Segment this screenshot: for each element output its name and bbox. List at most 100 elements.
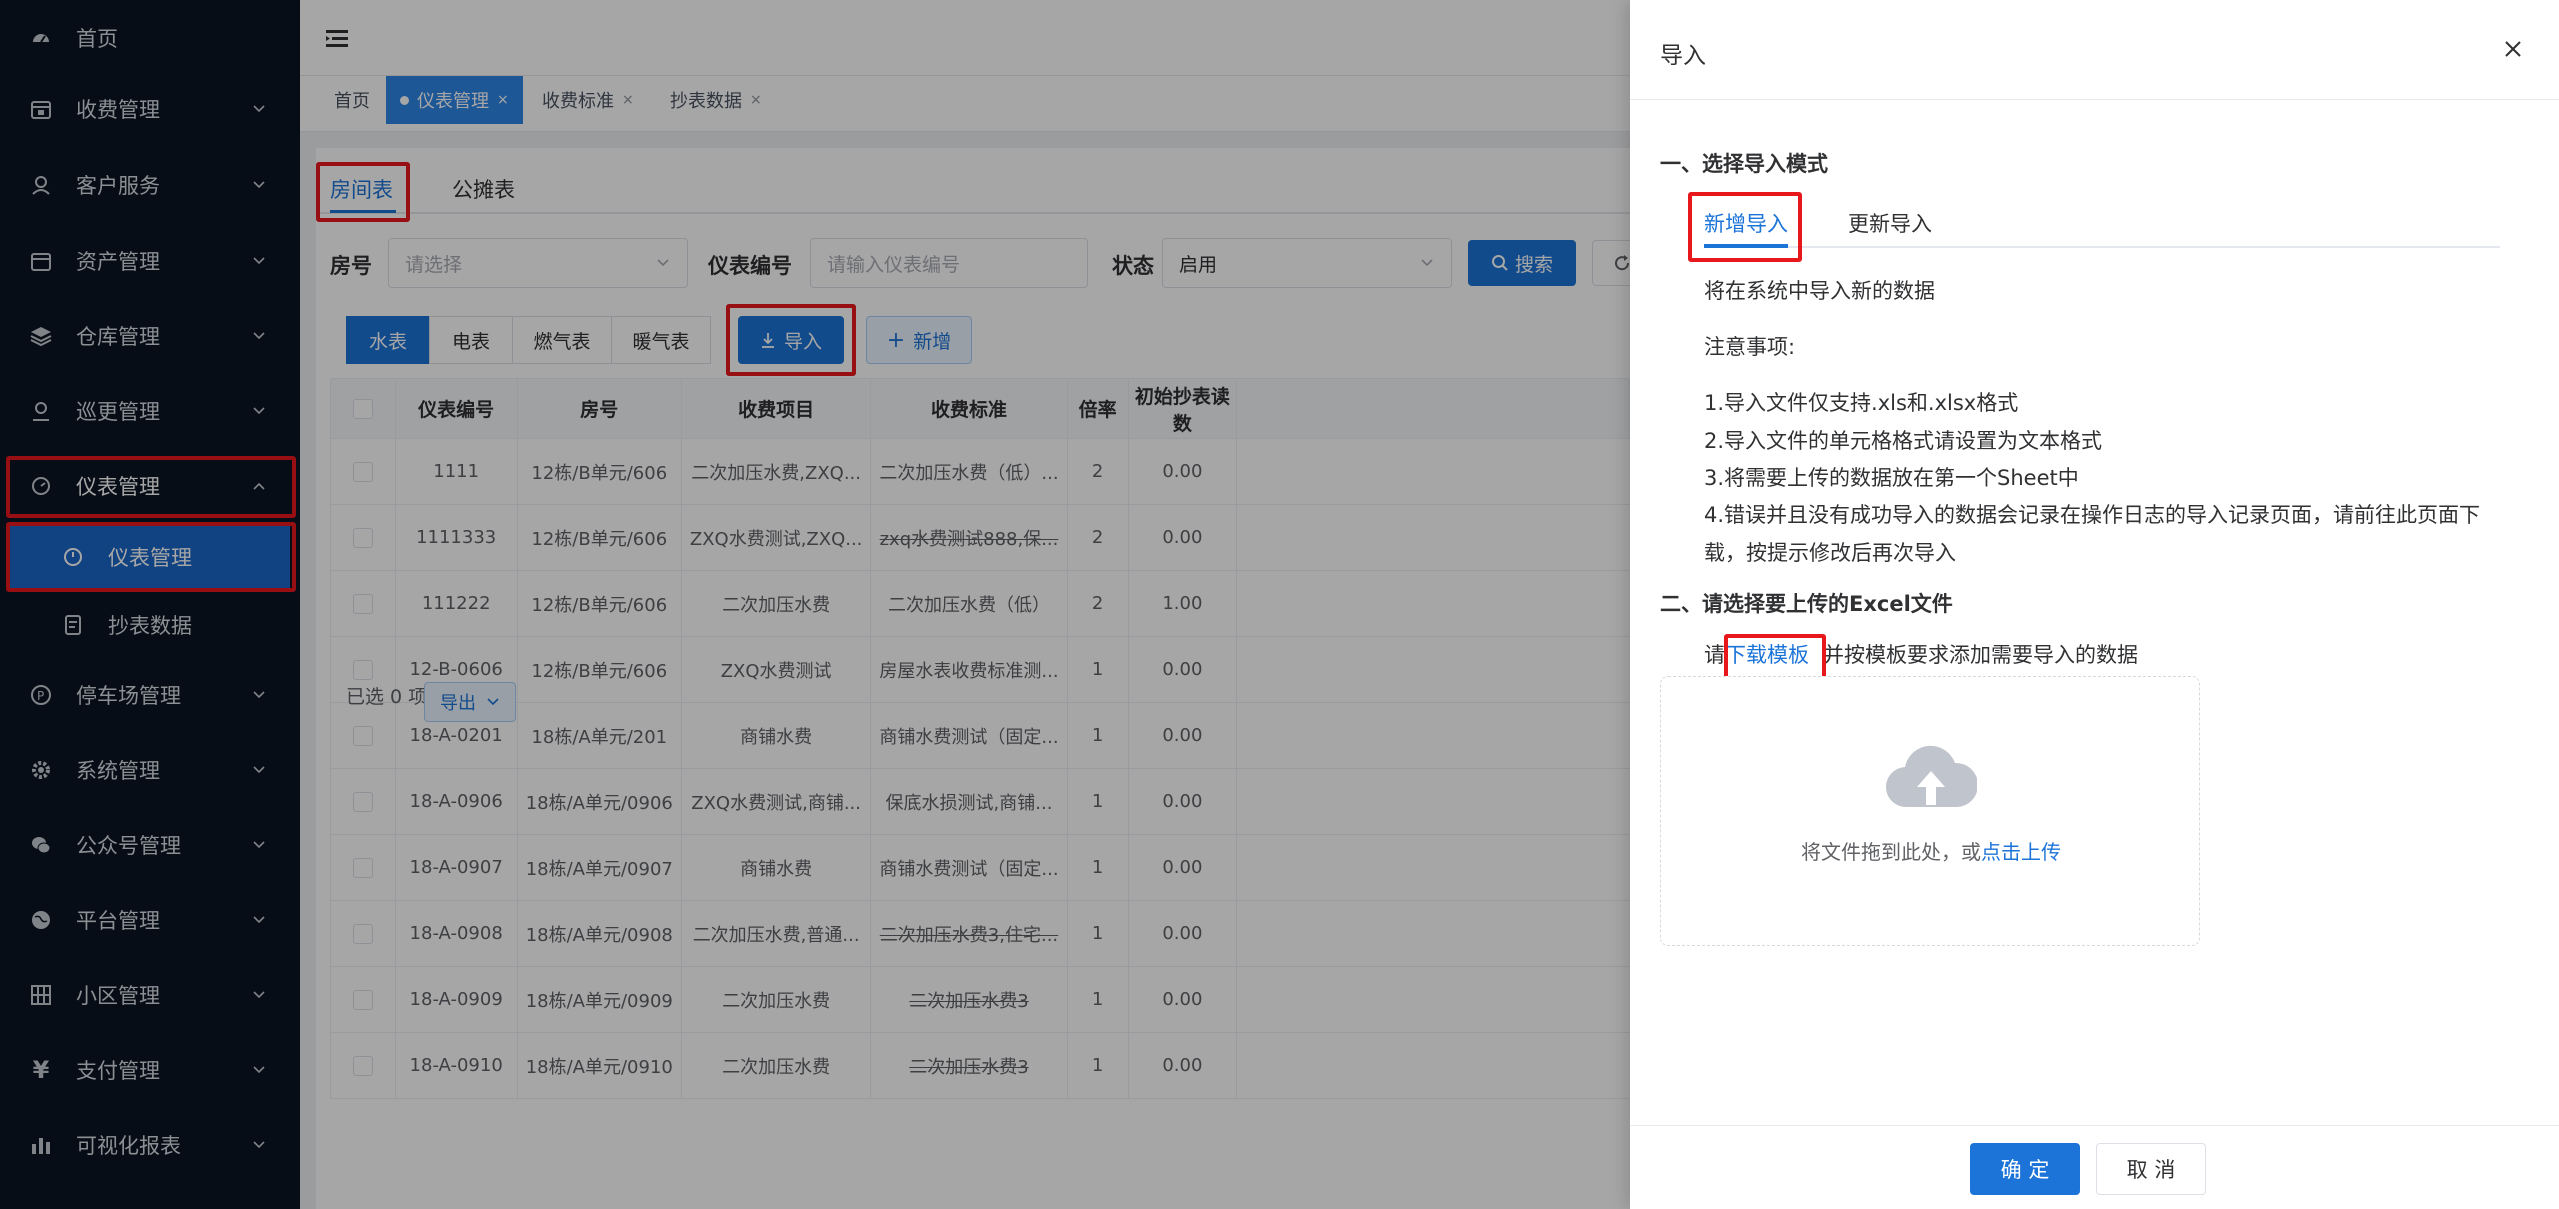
sidebar-item-community[interactable]: 小区管理 (0, 962, 300, 1028)
sidebar-item-home[interactable]: 首页 (0, 5, 300, 71)
download-template-link[interactable]: 下载模板 (1725, 643, 1809, 667)
add-button[interactable]: + 新增 (866, 316, 972, 364)
tag-meter-readings[interactable]: 抄表数据 × (656, 76, 776, 124)
table-row[interactable]: 18-A-0909 18栋/A单元/0909 二次加压水费 二次加压水费3 1 0.00 (330, 966, 1630, 1033)
hamburger-icon[interactable] (326, 28, 350, 50)
row-checkbox[interactable] (330, 504, 396, 571)
sidebar-subitem-meter-management[interactable]: 仪表管理 (10, 526, 290, 588)
table-cell: 1 (1066, 834, 1129, 901)
table-row[interactable]: 18-A-0907 18栋/A单元/0907 商铺水费 商铺水费测试（固定... 1 0.… (330, 834, 1630, 901)
row-checkbox[interactable] (330, 438, 396, 505)
sidebar-item-patrol[interactable]: 巡更管理 (0, 378, 300, 444)
meter-number-input[interactable]: 请输入仪表编号 (810, 238, 1088, 288)
selected-count: 已选 0 项 (346, 686, 428, 708)
chevron-down-icon (487, 698, 499, 706)
tag-charge-standard[interactable]: 收费标准 × (528, 76, 648, 124)
close-icon[interactable]: × (750, 92, 762, 108)
close-icon[interactable]: × (497, 92, 509, 108)
meter-type-gas[interactable]: 燃气表 (512, 316, 612, 364)
table-cell: 18-A-0906 (394, 768, 518, 835)
click-upload-link[interactable]: 点击上传 (1981, 840, 2061, 864)
note-2: 2.导入文件的单元格格式请设置为文本格式 (1704, 429, 2103, 453)
section-upload-file: 二、请选择要上传的Excel文件 (1660, 592, 1953, 616)
tab-shared-meters[interactable]: 公摊表 (452, 174, 515, 204)
cancel-button[interactable]: 取 消 (2096, 1143, 2206, 1195)
row-checkbox[interactable] (330, 702, 396, 769)
table-cell: 0.00 (1127, 768, 1237, 835)
table-cell: 1 (1066, 636, 1129, 703)
table-cell: 二次加压水费 (680, 570, 871, 637)
table-row[interactable]: 12-B-0606 12栋/B单元/606 ZXQ水费测试 房屋水表收费标准测... 1… (330, 636, 1630, 703)
tab-new-import[interactable]: 新增导入 (1704, 208, 1788, 238)
close-icon[interactable] (2498, 34, 2528, 64)
meter-type-heating[interactable]: 暖气表 (611, 316, 711, 364)
table-cell: 1111 (394, 438, 518, 505)
main-area: 首页 仪表管理 × 收费标准 × 抄表数据 × 房间表 公摊表 房号 请选择 仪表编号… (300, 0, 1630, 1209)
sidebar-item-assets[interactable]: 资产管理 (0, 228, 300, 294)
tag-home[interactable]: 首页 (320, 76, 384, 124)
sidebar-item-wechat[interactable]: 公众号管理 (0, 812, 300, 878)
table-cell: 18-A-0910 (394, 1032, 518, 1099)
row-checkbox[interactable] (330, 900, 396, 967)
calendar-icon (28, 248, 54, 274)
row-checkbox[interactable] (330, 1032, 396, 1099)
section-import-mode: 一、选择导入模式 (1660, 152, 1828, 176)
chevron-down-icon (253, 766, 265, 774)
table-row[interactable]: 18-A-0201 18栋/A单元/201 商铺水费 商铺水费测试（固定... 1 0.0… (330, 702, 1630, 769)
table-row[interactable]: 18-A-0908 18栋/A单元/0908 二次加压水费,普通... 二次加压水费3… (330, 900, 1630, 967)
table-cell: 0.00 (1127, 702, 1237, 769)
table-row[interactable]: 18-A-0910 18栋/A单元/0910 二次加压水费 二次加压水费3 1 0.00 (330, 1032, 1630, 1099)
sidebar-item-platform[interactable]: 平台管理 (0, 887, 300, 953)
export-button[interactable]: 导出 (424, 682, 516, 722)
table-cell-blank (1236, 966, 1630, 1033)
search-button[interactable]: 搜索 (1468, 240, 1576, 286)
table-cell: ZXQ水费测试,ZXQ... (680, 504, 871, 571)
table-row[interactable]: 1111 12栋/B单元/606 二次加压水费,ZXQ... 二次加压水费（低）...… (330, 438, 1630, 505)
table-row[interactable]: 1111333 12栋/B单元/606 ZXQ水费测试,ZXQ... zxq水费测试8… (330, 504, 1630, 571)
note-1: 1.导入文件仅支持.xls和.xlsx格式 (1704, 391, 2019, 415)
table-cell-blank (1236, 570, 1630, 637)
tab-update-import[interactable]: 更新导入 (1848, 208, 1932, 238)
table-cell-blank (1236, 438, 1630, 505)
tab-room-meters[interactable]: 房间表 (330, 174, 393, 204)
sidebar-item-system[interactable]: 系统管理 (0, 737, 300, 803)
table-cell: 1 (1066, 1032, 1129, 1099)
status-select[interactable]: 启用 (1162, 238, 1452, 288)
table-cell: 二次加压水费,ZXQ... (680, 438, 871, 505)
select-all-checkbox[interactable] (330, 378, 396, 439)
table-row[interactable]: 111222 12栋/B单元/606 二次加压水费 二次加压水费（低） 2 1.00 (330, 570, 1630, 637)
table-cell: 0.00 (1127, 438, 1237, 505)
table-cell: zxq水费测试888,保... (870, 504, 1068, 571)
row-checkbox[interactable] (330, 768, 396, 835)
active-dot (400, 95, 409, 105)
room-select[interactable]: 请选择 (388, 238, 688, 288)
row-checkbox[interactable] (330, 570, 396, 637)
table-row[interactable]: 18-A-0906 18栋/A单元/0906 ZXQ水费测试,商铺... 保底水损测试… (330, 768, 1630, 835)
tag-meter-management[interactable]: 仪表管理 × (386, 76, 523, 124)
close-icon[interactable]: × (622, 92, 634, 108)
sidebar-item-parking[interactable]: P 停车场管理 (0, 662, 300, 728)
table-cell: 2 (1066, 504, 1129, 571)
reset-button[interactable] (1592, 240, 1630, 286)
sidebar-item-reports[interactable]: 可视化报表 (0, 1112, 300, 1178)
sidebar-item-payment[interactable]: ¥ 支付管理 (0, 1037, 300, 1103)
sidebar-item-billing[interactable]: 收费管理 (0, 76, 300, 142)
row-checkbox[interactable] (330, 834, 396, 901)
tags-bar: 首页 仪表管理 × 收费标准 × 抄表数据 × (300, 76, 1630, 132)
meter-table: 仪表编号 房号 收费项目 收费标准 倍率 初始抄表读数 1111 12栋/B单元/… (330, 378, 1630, 1099)
sidebar-item-warehouse[interactable]: 仓库管理 (0, 303, 300, 369)
refresh-icon (1615, 255, 1630, 271)
table-cell: 1 (1066, 768, 1129, 835)
confirm-button[interactable]: 确 定 (1970, 1143, 2080, 1195)
drawer-footer: 确 定 取 消 (1630, 1125, 2559, 1209)
import-button[interactable]: 导入 (738, 316, 844, 364)
sidebar-item-customer-service[interactable]: 客户服务 (0, 152, 300, 218)
sidebar-subitem-meter-readings[interactable]: 抄表数据 (0, 592, 300, 658)
sidebar-item-meter-management[interactable]: 仪表管理 (0, 453, 300, 519)
upload-dropzone[interactable]: 将文件拖到此处，或点击上传 (1660, 676, 2200, 946)
meter-type-electric[interactable]: 电表 (429, 316, 513, 364)
status-label: 状态 (1112, 254, 1154, 278)
chevron-down-icon (253, 916, 265, 924)
meter-type-water[interactable]: 水表 (346, 316, 430, 364)
row-checkbox[interactable] (330, 966, 396, 1033)
